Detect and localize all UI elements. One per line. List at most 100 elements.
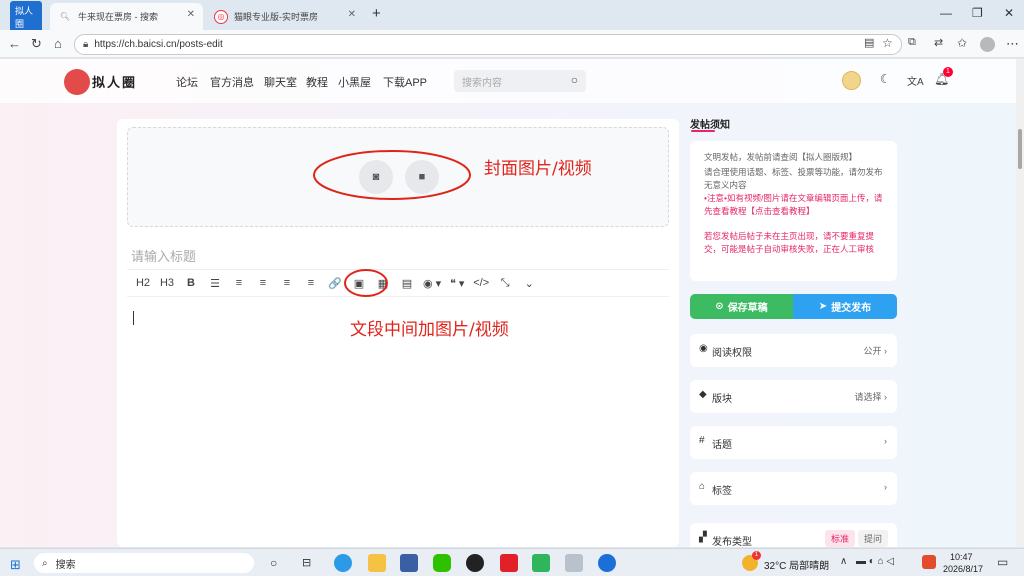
calculator-icon[interactable] [400, 554, 418, 572]
app-icon[interactable] [598, 554, 616, 572]
wechat-icon[interactable] [433, 554, 451, 572]
tray-icons[interactable]: ▬ ◐ ⌂ ◁ [856, 556, 894, 567]
url-text: https://ch.baicsi.cn/posts-edit [94, 39, 223, 50]
align-center-icon[interactable]: ≡ [279, 277, 295, 289]
restore-icon[interactable]: ❐ [972, 6, 983, 20]
split-icon[interactable]: ⇄ [934, 36, 943, 49]
nav-blackroom[interactable]: 小黑屋 [338, 74, 371, 90]
file-explorer-icon[interactable] [368, 554, 386, 572]
windows-taskbar: ⊞ ⌕ 搜索 ○ ⊟ 1 32°C 局部晴朗 ∧ ▬ ◐ ⌂ ◁ 10:47 20… [0, 548, 1024, 576]
tab-maoyan[interactable]: ◎ 猫眼专业版-实时票房 ✕ [206, 3, 364, 30]
video-app-icon[interactable] [500, 554, 518, 572]
edge-icon[interactable] [334, 554, 352, 572]
profile-tab-group[interactable]: 拟人圈 [6, 0, 42, 33]
notification-center-icon[interactable]: ▭ [997, 555, 1008, 569]
editor-toolbar: H2 H3 B ☰ ≡ ≡ ≡ ≡ 🔗 ▣ ▦ ▤ ◉ ▾ ❝ ▾ </> ⤡ … [127, 269, 669, 297]
submit-button[interactable]: ➤ 提交发布 [793, 294, 897, 319]
refresh-icon[interactable]: ↻ [31, 36, 42, 52]
title-input[interactable]: 请输入标题 [131, 246, 196, 265]
extensions-icon[interactable]: ⧉ [908, 36, 916, 49]
taskbar-search-label: 搜索 [55, 559, 76, 571]
weather-text[interactable]: 32°C 局部晴朗 [764, 557, 829, 572]
image-app-icon[interactable] [565, 554, 583, 572]
site-search-input[interactable]: 搜索内容 ○ [454, 70, 586, 92]
bullet-list-icon[interactable]: ☰ [207, 277, 223, 290]
qq-icon[interactable] [466, 554, 484, 572]
close-icon[interactable]: ✕ [348, 9, 356, 20]
align-right-icon[interactable]: ≡ [303, 277, 319, 289]
minimize-icon[interactable]: — [940, 6, 952, 20]
search-icon[interactable]: ○ [571, 73, 578, 87]
home-icon[interactable]: ⌂ [54, 36, 62, 51]
user-avatar[interactable] [842, 71, 861, 90]
task-view-icon[interactable]: ○ [270, 556, 277, 570]
quote-icon[interactable]: ❝ ▾ [449, 277, 465, 290]
tab-group-label[interactable]: 拟人圈 [10, 0, 42, 33]
input-method-icon[interactable] [922, 555, 936, 569]
tray-chevron-icon[interactable]: ∧ [840, 556, 847, 567]
row-tags[interactable]: ⌂ 标签 › [690, 472, 897, 505]
annotation-inline-text: 文段中间加图片/视频 [350, 320, 509, 340]
row-label: 话题 [712, 440, 732, 451]
profile-avatar[interactable] [980, 37, 995, 52]
align-left-icon[interactable]: ≡ [255, 277, 271, 289]
row-read-permission[interactable]: ◉ 阅读权限 公开 › [690, 334, 897, 367]
collections-icon[interactable]: ✩ [957, 36, 967, 50]
nav-forum[interactable]: 论坛 [176, 74, 198, 90]
page-scrollbar[interactable] [1016, 59, 1024, 547]
dark-mode-icon[interactable]: ☾ [880, 72, 891, 86]
tab-bing-search[interactable]: 🔍︎ 牛来现在票房 - 搜索 ✕ [50, 3, 203, 30]
row-label: 阅读权限 [712, 348, 752, 359]
nav-chat[interactable]: 聊天室 [264, 74, 297, 90]
link-icon[interactable]: 🔗 [327, 277, 343, 290]
reader-icon[interactable]: ▤ [864, 36, 874, 49]
notification-badge: 1 [943, 67, 953, 77]
notice-warning[interactable]: •注意•如有视频/图片请在文章编辑页面上传，请先查看教程【点击查看教程】 [704, 192, 883, 218]
close-icon[interactable]: ✕ [187, 9, 195, 20]
fullscreen-icon[interactable]: ⤡ [497, 277, 513, 290]
url-input[interactable]: 🔒︎ https://ch.baicsi.cn/posts-edit [74, 34, 902, 55]
hide-content-icon[interactable]: ◉ ▾ [423, 277, 441, 290]
row-board[interactable]: ◆ 版块 请选择 › [690, 380, 897, 413]
nav-official[interactable]: 官方消息 [210, 74, 254, 90]
bold-button[interactable]: B [183, 277, 199, 289]
row-value: 公开 › [863, 346, 887, 356]
weather-badge: 1 [752, 551, 761, 560]
hash-icon: # [699, 435, 705, 446]
site-logo-text[interactable]: 拟人圈 [92, 72, 137, 91]
tab-label: 牛来现在票房 - 搜索 [78, 12, 158, 22]
chevron-down-icon[interactable]: ⌄ [521, 277, 537, 290]
insert-file-icon[interactable]: ▤ [399, 277, 415, 290]
globe-icon: ◎ [214, 9, 228, 24]
new-tab-button[interactable]: + [372, 5, 381, 22]
code-icon[interactable]: </> [473, 277, 489, 289]
save-draft-button[interactable]: ⊙ 保存草稿 [690, 294, 793, 319]
clock-time[interactable]: 10:47 [950, 552, 973, 562]
browser-tabbar: 拟人圈 🔍︎ 牛来现在票房 - 搜索 ✕ ◎ 猫眼专业版-实时票房 ✕ + — … [0, 0, 1024, 33]
notice-underline [691, 130, 715, 132]
site-logo-icon[interactable] [64, 69, 90, 95]
favorite-icon[interactable]: ☆ [882, 36, 893, 50]
windows-start-icon[interactable]: ⊞ [10, 557, 21, 573]
h2-button[interactable]: H2 [135, 277, 151, 289]
window-close-icon[interactable]: ✕ [1004, 6, 1014, 20]
chat-app-icon[interactable] [532, 554, 550, 572]
back-icon[interactable]: ← [8, 36, 21, 51]
scrollbar-thumb[interactable] [1018, 129, 1022, 169]
h3-button[interactable]: H3 [159, 277, 175, 289]
row-label: 标签 [712, 486, 732, 497]
post-type-question[interactable]: 提问 [858, 530, 889, 547]
widgets-icon[interactable]: ⊟ [302, 556, 311, 569]
row-topic[interactable]: # 话题 › [690, 426, 897, 459]
clock-date[interactable]: 2026/8/17 [943, 564, 983, 574]
cube-icon: ◆ [699, 389, 707, 400]
post-type-standard[interactable]: 标准 [825, 530, 856, 547]
taskbar-search[interactable]: ⌕ 搜索 [34, 553, 254, 573]
ordered-list-icon[interactable]: ≡ [231, 277, 247, 289]
more-icon[interactable]: ⋯ [1006, 36, 1019, 52]
notice-warning: 若您发帖后帖子未在主页出现，请不要重复提交，可能是帖子自动审核失败，正在人工审核 [704, 231, 875, 254]
translate-icon[interactable]: 文A [907, 73, 924, 88]
row-post-type: ▞ 发布类型 标准 提问 [690, 523, 897, 547]
nav-download-app[interactable]: 下载APP [383, 74, 427, 90]
nav-tutorial[interactable]: 教程 [306, 74, 328, 90]
